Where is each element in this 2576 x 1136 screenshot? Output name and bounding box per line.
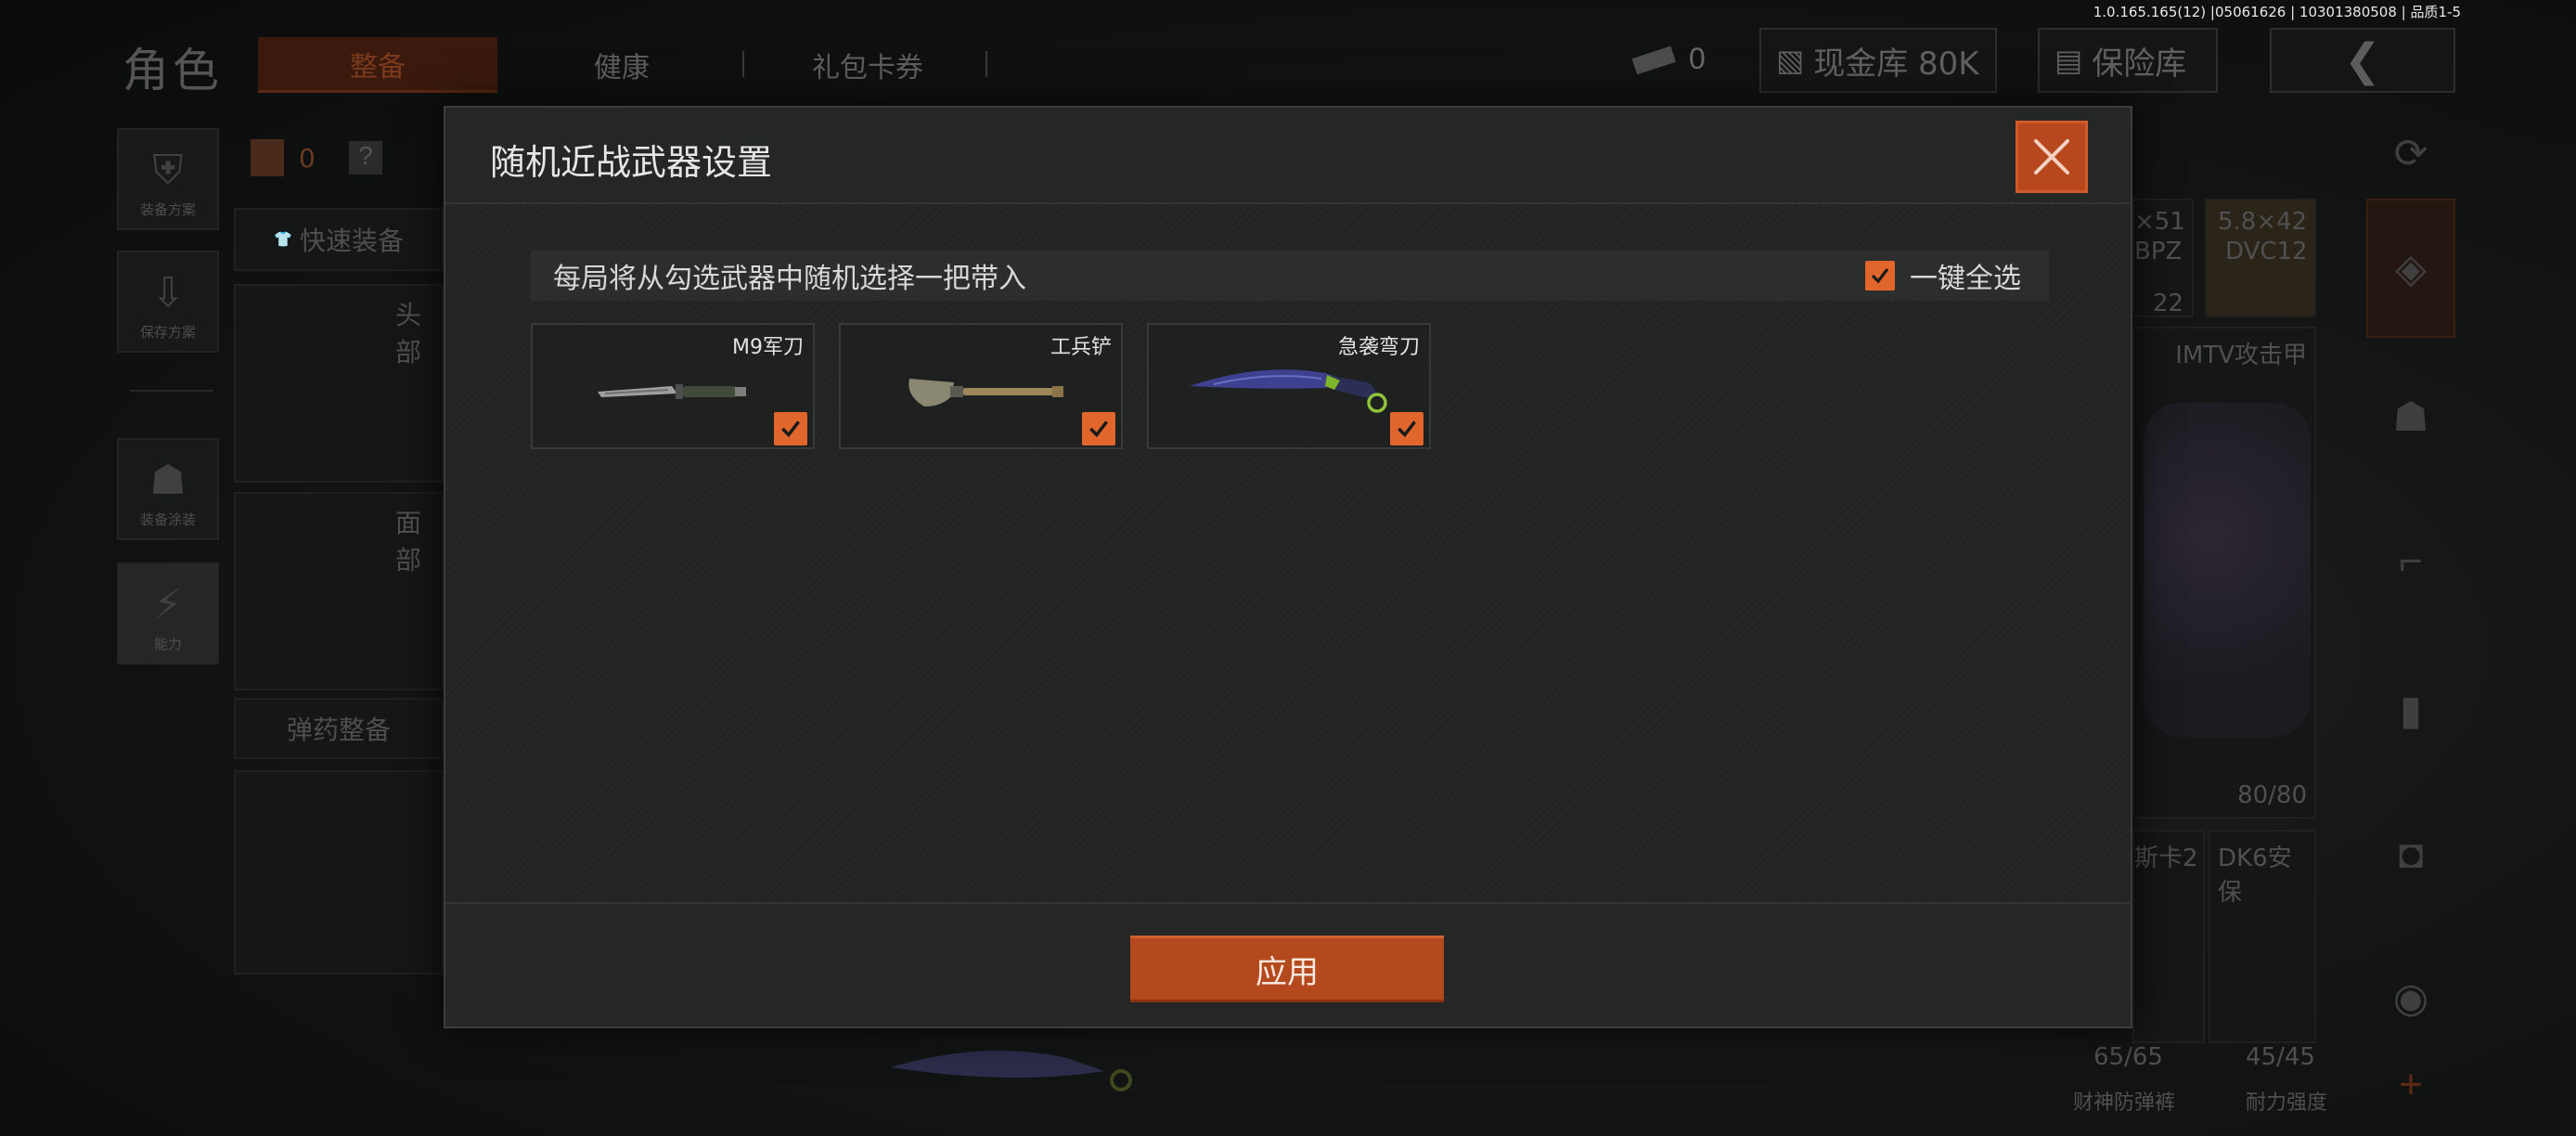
selection-hint: 每局将从勾选武器中随机选择一把带入 (553, 263, 1026, 295)
close-icon (2034, 139, 2069, 174)
item-label: 财神防弹裤 (2073, 1091, 2176, 1115)
vest-icon: ⛨ (152, 147, 184, 194)
bag-icon (251, 139, 284, 176)
checkmark-icon (781, 420, 800, 438)
dialog-header: 随机近战武器设置 (445, 108, 2131, 204)
tab-divider (985, 51, 987, 77)
slot-label: 头部 (395, 300, 422, 368)
weapon-card-karambit[interactable]: 急袭弯刀 (1147, 323, 1431, 449)
tab-health[interactable]: 健康 (520, 37, 724, 93)
add-icon[interactable]: + (2366, 1043, 2455, 1127)
version-text: 1.0.165.165(12) |05061626 | 10301380508 … (2093, 4, 2461, 20)
rifle-icon[interactable]: ⌐ (2366, 501, 2455, 622)
bag-count: 0 (299, 143, 316, 174)
rail-label: 装备涂装 (139, 511, 196, 528)
quick-equip-button[interactable]: 👕 快速装备 (234, 208, 444, 271)
back-button[interactable]: ❮ (2270, 28, 2455, 93)
back-arrow-icon: ❮ (2343, 34, 2382, 86)
cash-icon (1629, 43, 1680, 76)
dialog-title: 随机近战武器设置 (490, 142, 773, 183)
item-stat: 65/65 (2093, 1043, 2163, 1071)
rail-divider (130, 390, 213, 392)
safe-vault-button[interactable]: ▤ 保险库 (2038, 28, 2218, 93)
lightning-icon: ⚡ (153, 581, 183, 628)
dialog-footer: 应用 (445, 902, 2131, 1026)
item-stat: 45/45 (2246, 1043, 2315, 1071)
armor-image (2144, 403, 2311, 737)
rail-label: 保存方案 (139, 324, 196, 341)
safe-vault-label: 保险库 (2092, 45, 2187, 83)
page-title: 角色 (122, 44, 223, 97)
dialog-body: 每局将从勾选武器中随机选择一把带入 一键全选 M9军刀 工兵铲 急袭弯刀 (445, 204, 2131, 906)
loadout-plan-button[interactable]: ⛨ 装备方案 (117, 128, 219, 230)
close-button[interactable] (2016, 121, 2088, 193)
save-plan-button[interactable]: ⇩ 保存方案 (117, 251, 219, 353)
tab-gift-coupons[interactable]: 礼包卡券 (770, 37, 965, 93)
layers-icon[interactable]: ◈ (2366, 199, 2455, 338)
rail-label: 装备方案 (139, 201, 196, 218)
ammo-name: ×51 (2134, 208, 2185, 236)
tab-divider (742, 51, 744, 77)
cash-vault-label: 现金库 80K (1813, 45, 1979, 83)
weapon-name: M9军刀 (732, 336, 804, 359)
magazine-icon[interactable]: ▮ (2366, 650, 2455, 770)
scope-icon[interactable]: ◉ (2366, 937, 2455, 1058)
karambit-icon (1190, 369, 1387, 413)
select-all-checkbox[interactable]: 一键全选 (1865, 255, 2021, 296)
quick-equip-label: 快速装备 (299, 226, 404, 256)
ammo-slot[interactable]: 5.8×42 DVC12 (2205, 199, 2316, 317)
cash-vault-button[interactable]: ▧ 现金库 80K (1759, 28, 1997, 93)
ammo-count: 22 (2153, 290, 2184, 317)
rail-label: 能力 (153, 636, 182, 652)
shirt-icon: 👕 (274, 232, 292, 248)
equip-slot[interactable]: DK6安保 (2209, 830, 2316, 1043)
ammo-sub: DVC12 (2225, 238, 2308, 265)
slot-label: 面部 (395, 508, 422, 575)
refresh-icon[interactable]: ⟳ (2366, 102, 2455, 204)
checkmark-icon (1397, 420, 1416, 438)
helmet-icon: ☗ (149, 457, 187, 504)
armor-name: IMTV攻击甲 (2175, 342, 2307, 369)
random-melee-dialog: 随机近战武器设置 每局将从勾选武器中随机选择一把带入 一键全选 M9军刀 工兵铲… (444, 106, 2132, 1028)
ammo-label: 弹药整备 (286, 715, 391, 745)
head-slot[interactable]: 头部 (234, 284, 444, 483)
empty-slot[interactable] (234, 770, 444, 975)
equipment-skin-button[interactable]: ☗ 装备涂装 (117, 438, 219, 540)
select-all-label: 一键全选 (1910, 263, 2021, 295)
safe-icon: ▤ (2054, 43, 2083, 78)
ability-button[interactable]: ⚡ 能力 (117, 562, 219, 665)
checkmark-icon (1089, 420, 1108, 438)
tab-prepare[interactable]: 整备 (258, 37, 497, 93)
weapon-name: 急袭弯刀 (1337, 336, 1420, 359)
shovel-icon (908, 379, 1063, 407)
armor-durability: 80/80 (2237, 781, 2307, 809)
checkbox-checked-icon (1865, 261, 1895, 290)
item-label: 耐力强度 (2246, 1091, 2328, 1115)
weapon-checkbox[interactable] (774, 412, 807, 445)
armor-slot[interactable]: IMTV攻击甲 80/80 (2132, 327, 2316, 819)
ammo-slot[interactable]: ×51 BPZ 22 (2132, 199, 2194, 317)
selection-header: 每局将从勾选武器中随机选择一把带入 一键全选 (531, 251, 2049, 301)
face-slot[interactable]: 面部 (234, 492, 444, 691)
melee-slot-image (872, 1030, 1151, 1104)
help-icon[interactable]: ? (349, 141, 382, 174)
item-name: DK6安保 (2218, 845, 2292, 907)
knife-icon (598, 384, 746, 399)
weapon-name: 工兵铲 (1050, 336, 1112, 359)
weapon-checkbox[interactable] (1390, 412, 1423, 445)
apply-button[interactable]: 应用 (1130, 936, 1444, 1002)
ammo-name: 5.8×42 (2218, 208, 2308, 236)
ammo-prep-button[interactable]: 弹药整备 (234, 698, 444, 759)
coin-count: 0 (1689, 42, 1706, 75)
equip-slot[interactable]: 斯卡2 (2132, 830, 2205, 1043)
grenade-icon[interactable]: ◘ (2366, 794, 2455, 915)
item-name: 斯卡2 (2134, 845, 2198, 872)
weapon-checkbox[interactable] (1082, 412, 1115, 445)
helmet-tab-icon[interactable]: ☗ (2366, 356, 2455, 477)
chart-icon: ▧ (1776, 43, 1805, 78)
weapon-card-shovel[interactable]: 工兵铲 (839, 323, 1123, 449)
weapon-card-m9[interactable]: M9军刀 (531, 323, 815, 449)
download-icon: ⇩ (150, 269, 186, 316)
ammo-sub: BPZ (2134, 238, 2183, 265)
